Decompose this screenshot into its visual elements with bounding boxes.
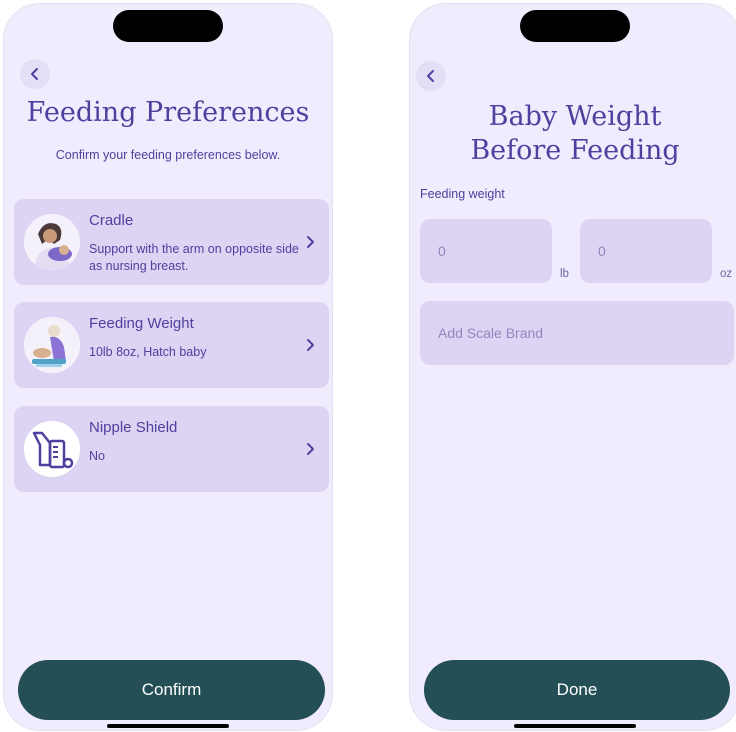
card-description: No <box>89 449 105 463</box>
card-title: Nipple Shield <box>89 419 178 436</box>
done-button[interactable]: Done <box>424 660 730 720</box>
dynamic-island <box>520 10 630 42</box>
preference-card-cradle[interactable]: Cradle Support with the arm on opposite … <box>14 199 329 285</box>
back-button[interactable] <box>416 61 446 91</box>
feeding-preferences-screen: Feeding Preferences Confirm your feeding… <box>4 4 332 730</box>
back-button[interactable] <box>20 59 50 89</box>
confirm-button[interactable]: Confirm <box>18 660 325 720</box>
scale-brand-input[interactable] <box>420 301 734 365</box>
baby-on-scale-illustration <box>24 317 80 373</box>
breast-pump-icon <box>24 421 80 477</box>
page-title: Feeding Preferences <box>26 97 310 128</box>
dynamic-island <box>113 10 223 42</box>
baby-weight-screen: Baby Weight Before Feeding Feeding weigh… <box>410 4 736 730</box>
preference-card-feeding-weight[interactable]: Feeding Weight 10lb 8oz, Hatch baby <box>14 302 329 388</box>
feeding-weight-label: Feeding weight <box>420 187 505 201</box>
page-subtitle: Confirm your feeding preferences below. <box>55 148 281 162</box>
card-title: Cradle <box>89 212 134 229</box>
chevron-right-icon <box>307 236 314 248</box>
card-description: Support with the arm on opposite side as… <box>89 242 299 273</box>
card-title: Feeding Weight <box>89 315 194 332</box>
ounces-unit-label: oz <box>720 268 733 280</box>
chevron-left-icon <box>31 68 38 80</box>
chevron-left-icon <box>427 70 434 82</box>
cradle-hold-illustration <box>24 214 80 270</box>
preference-card-nipple-shield[interactable]: Nipple Shield No <box>14 406 329 492</box>
pounds-unit-label: lb <box>560 268 569 280</box>
home-indicator <box>514 724 636 728</box>
pounds-input[interactable] <box>420 219 552 283</box>
card-description: 10lb 8oz, Hatch baby <box>89 345 207 359</box>
chevron-right-icon <box>307 339 314 351</box>
home-indicator <box>107 724 229 728</box>
chevron-right-icon <box>307 443 314 455</box>
ounces-input[interactable] <box>580 219 712 283</box>
page-title: Baby Weight Before Feeding <box>470 101 680 166</box>
